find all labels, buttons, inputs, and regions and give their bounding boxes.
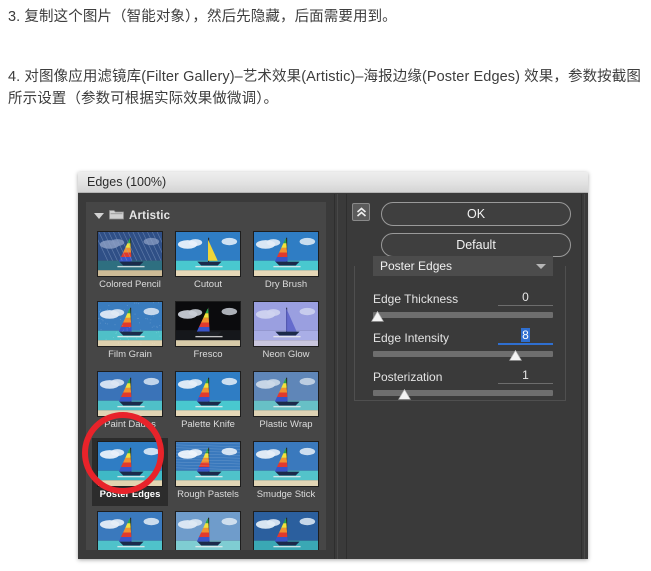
dialog-button-stack: OK Default (381, 202, 571, 264)
slider-track-area[interactable] (373, 347, 553, 360)
slider-edge-intensity: Edge Intensity 8 (373, 327, 553, 360)
filter-group-label: Artistic (129, 210, 170, 222)
filter-preview-image (175, 371, 241, 417)
filter-thumb-label: Dry Brush (265, 280, 307, 290)
slider-label: Edge Thickness (373, 292, 458, 306)
slider-track-area[interactable] (373, 386, 553, 399)
filter-thumb-label: Fresco (193, 350, 222, 360)
double-chevron-up-icon[interactable] (352, 203, 370, 221)
filter-preview-image (175, 301, 241, 347)
filter-thumb-film-grain[interactable]: Film Grain (92, 298, 168, 366)
filter-gallery-dialog: Edges (100%) Artistic Colored Pencil Cuto… (78, 172, 588, 559)
filter-thumb-label: Cutout (194, 280, 222, 290)
ok-button[interactable]: OK (381, 202, 571, 226)
filter-type-value: Poster Edges (380, 259, 452, 273)
filter-gallery-list[interactable]: Artistic Colored Pencil Cutout Dry Brush Fi… (86, 202, 326, 550)
filter-thumb-label: Plastic Wrap (259, 420, 312, 430)
slider-header: Edge Thickness 0 (373, 288, 553, 306)
filter-thumbnail-grid[interactable]: Colored Pencil Cutout Dry Brush Film Grain F… (92, 228, 322, 550)
filter-preview-image (97, 511, 163, 550)
filter-thumb-neon-glow[interactable]: Neon Glow (248, 298, 324, 366)
pane-divider (346, 194, 347, 559)
slider-track-area[interactable] (373, 308, 553, 321)
slider-value-text: 1 (522, 368, 529, 382)
slider-thumb[interactable] (398, 387, 411, 398)
filter-preview-image (253, 371, 319, 417)
filter-thumb-label: Colored Pencil (99, 280, 161, 290)
filter-thumb-sponge[interactable]: Sponge (92, 508, 168, 550)
slider-posterization: Posterization 1 (373, 366, 553, 399)
slider-header: Posterization 1 (373, 366, 553, 384)
filter-thumb-palette-knife[interactable]: Palette Knife (170, 368, 246, 436)
slider-value-input[interactable]: 1 (498, 368, 553, 384)
slider-edge-thickness: Edge Thickness 0 (373, 288, 553, 321)
dialog-title: Edges (100%) (87, 175, 166, 189)
filter-preview-image (97, 371, 163, 417)
slider-track (373, 351, 553, 357)
filter-preview-image (253, 231, 319, 277)
slider-thumb[interactable] (371, 309, 384, 320)
filter-preview-image (97, 231, 163, 277)
filter-preview-image (175, 441, 241, 487)
filter-thumb-label: Film Grain (108, 350, 152, 360)
slider-thumb[interactable] (509, 348, 522, 359)
slider-value-input[interactable]: 0 (498, 290, 553, 306)
filter-thumb-paint-daubs[interactable]: Paint Daubs (92, 368, 168, 436)
default-button[interactable]: Default (381, 233, 571, 257)
tutorial-step-4: 4. 对图像应用滤镜库(Filter Gallery)–艺术效果(Artisti… (8, 66, 643, 111)
filter-type-select[interactable]: Poster Edges (373, 256, 553, 276)
filter-preview-image (175, 231, 241, 277)
slider-value-text: 0 (522, 290, 529, 304)
dialog-titlebar[interactable]: Edges (100%) (78, 172, 588, 193)
filter-preview-image (253, 511, 319, 550)
filter-thumb-smudge-stick[interactable]: Smudge Stick (248, 438, 324, 506)
pane-divider (337, 194, 338, 559)
slider-label: Posterization (373, 370, 442, 384)
pane-divider (334, 194, 335, 559)
filter-thumb-label: Palette Knife (181, 420, 235, 430)
filter-thumb-watercolor[interactable]: Watercolor (248, 508, 324, 550)
pane-divider (584, 194, 585, 559)
dialog-body: Artistic Colored Pencil Cutout Dry Brush Fi… (78, 194, 588, 559)
filter-preview-image (253, 441, 319, 487)
pane-divider (581, 194, 582, 559)
chevron-down-icon (536, 264, 546, 269)
filter-thumb-rough-pastels[interactable]: Rough Pastels (170, 438, 246, 506)
filter-thumb-label: Smudge Stick (257, 490, 316, 500)
filter-preview-image (97, 301, 163, 347)
slider-track (373, 312, 553, 318)
filter-group-artistic[interactable]: Artistic (92, 208, 322, 224)
slider-header: Edge Intensity 8 (373, 327, 553, 345)
filter-preview-image (253, 301, 319, 347)
filter-thumb-plastic-wrap[interactable]: Plastic Wrap (248, 368, 324, 436)
slider-value-text: 8 (521, 328, 530, 342)
filter-preview-image (97, 441, 163, 487)
filter-parameter-sliders: Edge Thickness 0 Edge Intensity 8 Posterizat… (373, 288, 553, 405)
filter-settings-box: Poster Edges Edge Thickness 0 Edge Intensi… (354, 266, 566, 401)
slider-value-input[interactable]: 8 (498, 328, 553, 345)
triangle-down-icon[interactable] (94, 213, 104, 219)
filter-select-row: Poster Edges (373, 256, 553, 276)
filter-thumb-label: Paint Daubs (104, 420, 156, 430)
filter-preview-image (175, 511, 241, 550)
filter-controls-pane: OK Default Poster Edges Edge Thickness 0 E… (334, 194, 588, 559)
filter-thumb-poster-edges[interactable]: Poster Edges (92, 438, 168, 506)
filter-gallery-pane: Artistic Colored Pencil Cutout Dry Brush Fi… (78, 194, 334, 559)
filter-thumb-fresco[interactable]: Fresco (170, 298, 246, 366)
filter-thumb-label: Neon Glow (263, 350, 310, 360)
filter-thumb-cutout[interactable]: Cutout (170, 228, 246, 296)
filter-thumb-label: Rough Pastels (177, 490, 239, 500)
slider-label: Edge Intensity (373, 331, 449, 345)
filter-thumb-underpainting[interactable]: Underpainting (170, 508, 246, 550)
filter-thumb-colored-pencil[interactable]: Colored Pencil (92, 228, 168, 296)
filter-thumb-dry-brush[interactable]: Dry Brush (248, 228, 324, 296)
filter-thumb-label: Poster Edges (100, 490, 161, 500)
tutorial-step-3: 3. 复制这个图片（智能对象），然后先隐藏，后面需要用到。 (8, 6, 643, 28)
folder-icon (109, 207, 124, 225)
